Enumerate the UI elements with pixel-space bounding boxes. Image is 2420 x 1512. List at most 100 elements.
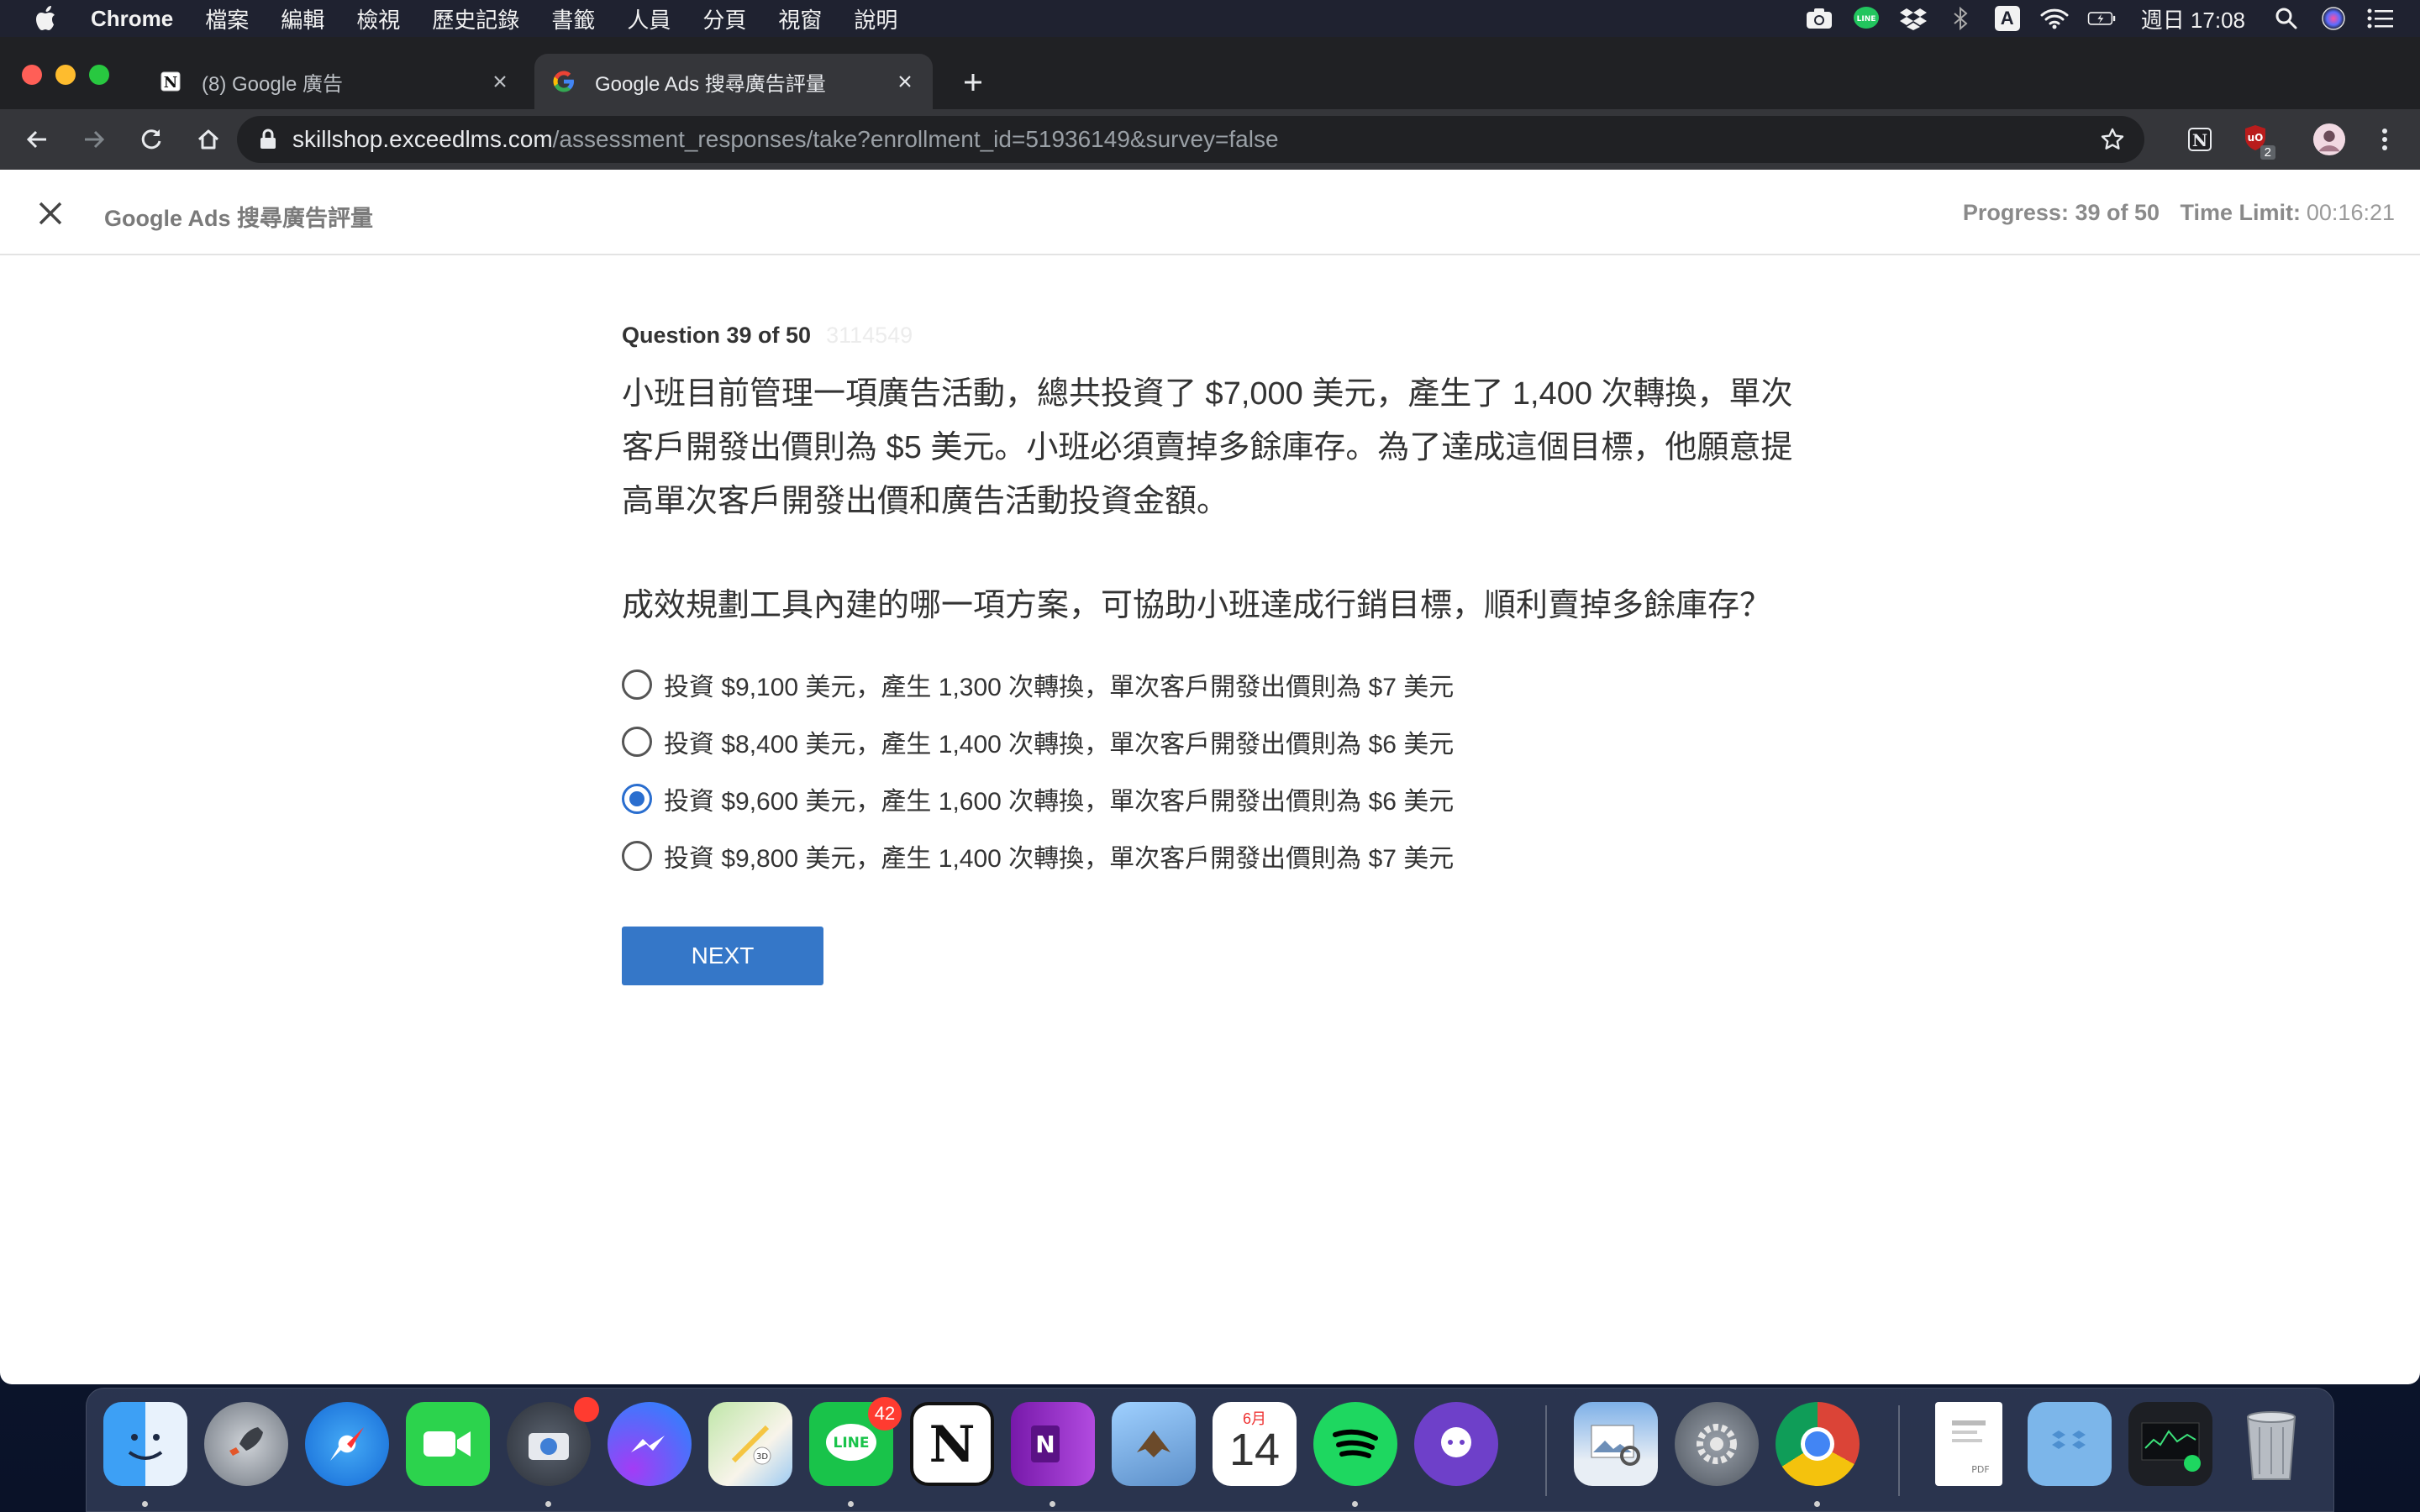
line-icon[interactable]: LINE 42	[809, 1397, 902, 1486]
apple-menu-icon[interactable]	[32, 3, 62, 34]
assessment-title: Google Ads 搜尋廣告評量	[104, 206, 374, 231]
svg-text:N: N	[1035, 1431, 1055, 1458]
menu-edit[interactable]: 編輯	[281, 3, 324, 34]
time-remaining: 00:16:21	[2306, 200, 2395, 225]
menu-window[interactable]: 視窗	[778, 3, 822, 34]
launchpad-icon[interactable]	[204, 1402, 288, 1486]
google-icon	[551, 69, 576, 94]
menu-clock[interactable]: 週日 17:08	[2141, 3, 2245, 34]
answer-option-label[interactable]: 投資 $9,600 美元，產生 1,600 次轉換，單次客戶開發出價則為 $6 …	[664, 780, 1454, 817]
window-close-button[interactable]	[22, 65, 42, 85]
menu-app-name[interactable]: Chrome	[91, 6, 173, 32]
github-desktop-icon[interactable]	[1414, 1402, 1498, 1486]
siri-icon[interactable]	[2319, 6, 2348, 31]
tab-google-ads-notifications[interactable]: N (8) Google 廣告	[141, 54, 528, 109]
input-method-icon[interactable]: A	[1993, 6, 2022, 31]
ublock-extension-icon[interactable]: uO 2	[2240, 123, 2275, 160]
line-notification-badge: 42	[868, 1397, 902, 1431]
answer-option[interactable]: 投資 $9,100 美元，產生 1,300 次轉換，單次客戶開發出價則為 $7 …	[622, 656, 1815, 713]
trash-icon[interactable]	[2229, 1402, 2313, 1486]
control-center-icon[interactable]	[2366, 6, 2395, 31]
activity-monitor-icon[interactable]	[2128, 1402, 2212, 1486]
answer-options: 投資 $9,100 美元，產生 1,300 次轉換，單次客戶開發出價則為 $7 …	[622, 656, 1815, 885]
notion-extension-icon[interactable]: N	[2183, 123, 2217, 156]
svg-text:LINE: LINE	[1856, 15, 1876, 24]
menu-tab[interactable]: 分頁	[702, 3, 746, 34]
menu-bookmarks[interactable]: 書籤	[551, 3, 595, 34]
spotify-running-dot	[1352, 1501, 1358, 1507]
svg-text:N: N	[929, 1415, 976, 1473]
radio-button-selected[interactable]	[622, 784, 652, 814]
menu-history[interactable]: 歷史記錄	[432, 3, 519, 34]
messenger-icon[interactable]	[608, 1402, 692, 1486]
window-minimize-button[interactable]	[55, 65, 76, 85]
answer-option[interactable]: 投資 $8,400 美元，產生 1,400 次轉換，單次客戶開發出價則為 $6 …	[622, 713, 1815, 770]
menu-view[interactable]: 檢視	[356, 3, 400, 34]
menu-help[interactable]: 說明	[854, 3, 897, 34]
screenshot-icon[interactable]	[507, 1397, 599, 1486]
url-host: skillshop.exceedlms.com	[292, 126, 553, 152]
tab-close-icon[interactable]	[892, 69, 918, 94]
back-icon[interactable]	[17, 119, 57, 160]
maps-icon[interactable]: 3D	[708, 1402, 792, 1486]
radio-button[interactable]	[622, 669, 652, 700]
spotify-icon[interactable]	[1313, 1402, 1397, 1486]
finder-icon[interactable]	[103, 1402, 187, 1486]
facetime-icon[interactable]	[406, 1402, 490, 1486]
safari-icon[interactable]	[305, 1402, 389, 1486]
onenote-icon[interactable]: N	[1011, 1402, 1095, 1486]
pdf-document-icon[interactable]: PDF	[1935, 1402, 2002, 1486]
lock-icon[interactable]	[255, 127, 281, 152]
menu-file[interactable]: 檔案	[205, 3, 249, 34]
answer-option[interactable]: 投資 $9,800 美元，產生 1,400 次轉換，單次客戶開發出價則為 $7 …	[622, 827, 1815, 885]
profile-avatar[interactable]	[2312, 123, 2346, 156]
onenote-running-dot	[1050, 1501, 1055, 1507]
mail-icon[interactable]	[1112, 1402, 1196, 1486]
system-preferences-icon[interactable]	[1675, 1402, 1759, 1486]
line-icon[interactable]: LINE	[1852, 6, 1881, 31]
chrome-icon[interactable]	[1776, 1402, 1860, 1486]
radio-button[interactable]	[622, 727, 652, 757]
forward-icon[interactable]	[74, 119, 114, 160]
time-limit-label: Time Limit:	[2180, 200, 2301, 225]
dock-separator	[1545, 1405, 1547, 1496]
search-icon[interactable]	[2272, 6, 2301, 31]
input-method-label: A	[1994, 6, 2020, 31]
reload-icon[interactable]	[131, 119, 171, 160]
menu-bar: Chrome 檔案 編輯 檢視 歷史記錄 書籤 人員 分頁 視窗 說明 LINE…	[0, 0, 2420, 37]
chrome-running-dot	[1814, 1501, 1820, 1507]
home-icon[interactable]	[188, 119, 229, 160]
menu-people[interactable]: 人員	[627, 3, 671, 34]
bluetooth-icon[interactable]	[1946, 6, 1975, 31]
browser-window: N (8) Google 廣告 Google Ads 搜尋廣告評量 skills…	[0, 37, 2420, 1384]
address-bar[interactable]: skillshop.exceedlms.com/assessment_respo…	[237, 116, 2144, 163]
preview-icon[interactable]	[1574, 1402, 1658, 1486]
finder-running-dot	[142, 1501, 148, 1507]
answer-option[interactable]: 投資 $9,600 美元，產生 1,600 次轉換，單次客戶開發出價則為 $6 …	[622, 770, 1815, 827]
window-zoom-button[interactable]	[89, 65, 109, 85]
wifi-icon[interactable]	[2040, 6, 2069, 31]
camera-icon[interactable]	[1805, 6, 1833, 31]
dropbox-folder-icon[interactable]	[2028, 1402, 2112, 1486]
browser-toolbar: skillshop.exceedlms.com/assessment_respo…	[0, 109, 2420, 170]
bookmark-star-icon[interactable]	[2099, 126, 2126, 153]
notion-icon[interactable]: N	[910, 1402, 994, 1486]
battery-icon[interactable]	[2087, 6, 2116, 31]
answer-option-label[interactable]: 投資 $8,400 美元，產生 1,400 次轉換，單次客戶開發出價則為 $6 …	[664, 723, 1454, 760]
browser-menu-icon[interactable]	[2368, 123, 2402, 156]
dropbox-icon[interactable]	[1899, 6, 1928, 31]
question-id: 3114549	[826, 323, 913, 348]
svg-text:PDF: PDF	[1971, 1464, 1989, 1475]
answer-option-label[interactable]: 投資 $9,800 美元，產生 1,400 次轉換，單次客戶開發出價則為 $7 …	[664, 837, 1454, 874]
close-icon[interactable]	[34, 197, 67, 230]
calendar-icon[interactable]: 6月 14	[1213, 1402, 1297, 1486]
answer-option-label[interactable]: 投資 $9,100 美元，產生 1,300 次轉換，單次客戶開發出價則為 $7 …	[664, 666, 1454, 703]
radio-button[interactable]	[622, 841, 652, 871]
question-panel: Question 39 of 50 3114549 小班目前管理一項廣告活動，總共…	[622, 323, 1815, 985]
tab-close-icon[interactable]	[487, 69, 513, 94]
progress-indicator: Progress: 39 of 50	[1962, 200, 2160, 225]
next-button[interactable]: NEXT	[622, 927, 823, 985]
tab-assessment[interactable]: Google Ads 搜尋廣告評量	[534, 54, 933, 109]
new-tab-icon[interactable]	[958, 67, 988, 97]
svg-text:N: N	[164, 74, 177, 92]
